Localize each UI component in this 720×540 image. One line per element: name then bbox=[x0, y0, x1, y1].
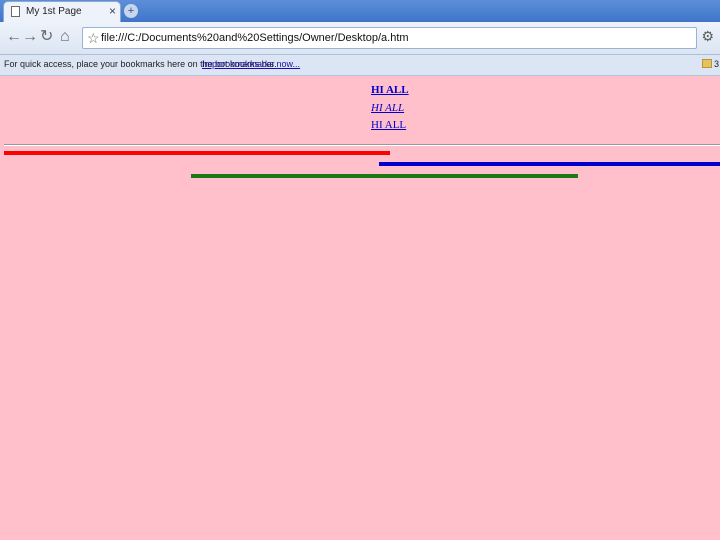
browser-tab[interactable]: My 1st Page × bbox=[3, 1, 121, 22]
close-icon[interactable]: × bbox=[109, 4, 116, 18]
hi-text-bold: HI ALL bbox=[371, 84, 409, 96]
green-line bbox=[191, 174, 578, 178]
hi-text-italic: HI ALL bbox=[371, 102, 405, 114]
address-text: file:///C:/Documents%20and%20Settings/Ow… bbox=[101, 32, 409, 44]
browser-toolbar: ← → ↻ ⌂ ☆ file:///C:/Documents%20and%20S… bbox=[0, 22, 720, 55]
horizontal-rule bbox=[4, 144, 720, 146]
folder-icon[interactable] bbox=[702, 59, 712, 68]
bookmarks-bar: For quick access, place your bookmarks h… bbox=[0, 55, 720, 76]
blue-line bbox=[379, 162, 720, 166]
back-arrow-icon[interactable]: ← bbox=[6, 28, 22, 46]
address-bar[interactable]: ☆ file:///C:/Documents%20and%20Settings/… bbox=[82, 27, 697, 49]
reload-icon[interactable]: ↻ bbox=[40, 28, 53, 46]
browser-titlebar: My 1st Page × + bbox=[0, 0, 720, 22]
forward-arrow-icon[interactable]: → bbox=[22, 28, 38, 46]
import-bookmarks-link[interactable]: Import bookmarks now... bbox=[202, 59, 300, 69]
tab-title: My 1st Page bbox=[26, 6, 82, 17]
star-icon[interactable]: ☆ bbox=[87, 30, 100, 47]
hi-text-plain: HI ALL bbox=[371, 119, 407, 131]
page-content: HI ALL HI ALL HI ALL bbox=[0, 76, 720, 540]
new-tab-button[interactable]: + bbox=[124, 4, 138, 18]
wrench-icon[interactable]: ⚙ bbox=[701, 28, 714, 45]
home-icon[interactable]: ⌂ bbox=[60, 28, 70, 46]
other-bookmarks-count[interactable]: 3 bbox=[714, 59, 719, 69]
page-icon bbox=[11, 6, 20, 17]
red-line bbox=[4, 151, 390, 155]
